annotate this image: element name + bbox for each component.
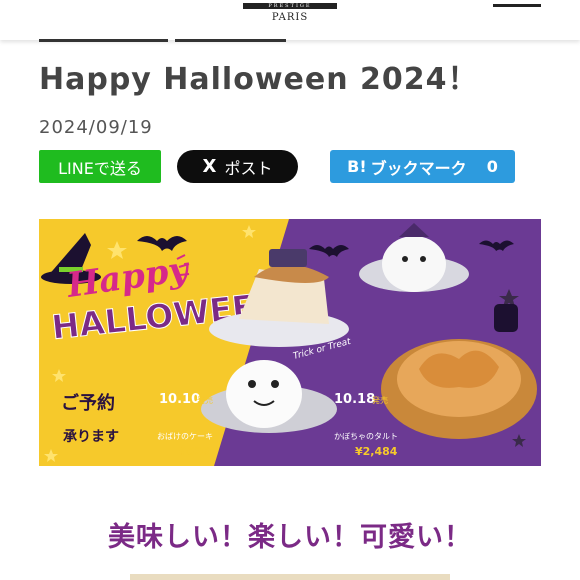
cake2-release: 発売 [372,395,388,405]
brand-logo[interactable]: PRESTIGE PARIS [243,0,337,23]
page-title: Happy Halloween 2024！ [39,62,479,97]
line-share-label: LINEで送る [58,158,142,178]
menu-icon[interactable] [493,4,541,7]
hatena-bookmark-count: 0 [486,157,498,176]
cake1-date: 10.10 [159,392,200,407]
hatena-bookmark-label: ブックマーク [370,158,467,178]
x-logo-icon: X [202,156,217,177]
cake1-price: ¥626 [179,445,210,458]
site-header: PRESTIGE PARIS [0,0,580,40]
article-tagline: 美味しい！楽しい！可愛い！ [108,522,472,553]
cake2-name: かぼちゃのタルト [334,432,398,441]
post-date: 2024/09/19 [39,117,153,138]
halloween-banner-image[interactable]: Happy HALLOWEEN ご予約 承ります Trick or Treat … [39,219,541,466]
hatena-b-icon: B! [347,157,367,176]
next-image-edge [130,574,450,580]
cake1-release: 発売 [197,395,213,405]
nav-tab-indicator [39,39,168,42]
cake2-price: ¥2,484 [355,445,398,458]
logo-paris: PARIS [271,12,309,23]
logo-prestige: PRESTIGE [243,3,337,9]
nav-tab-indicator [175,39,286,42]
banner-reserve-line1: ご予約 [61,392,115,414]
x-post-label: ポスト [224,158,273,178]
banner-reserve-line2: 承ります [63,429,119,445]
cake2-date: 10.18 [334,392,375,407]
cake1-name: おばけのケーキ [157,432,213,441]
x-post-button[interactable]: X ポスト [177,150,298,183]
hatena-bookmark-button[interactable]: B! ブックマーク 0 [330,150,515,183]
line-share-button[interactable]: LINEで送る [39,150,161,183]
